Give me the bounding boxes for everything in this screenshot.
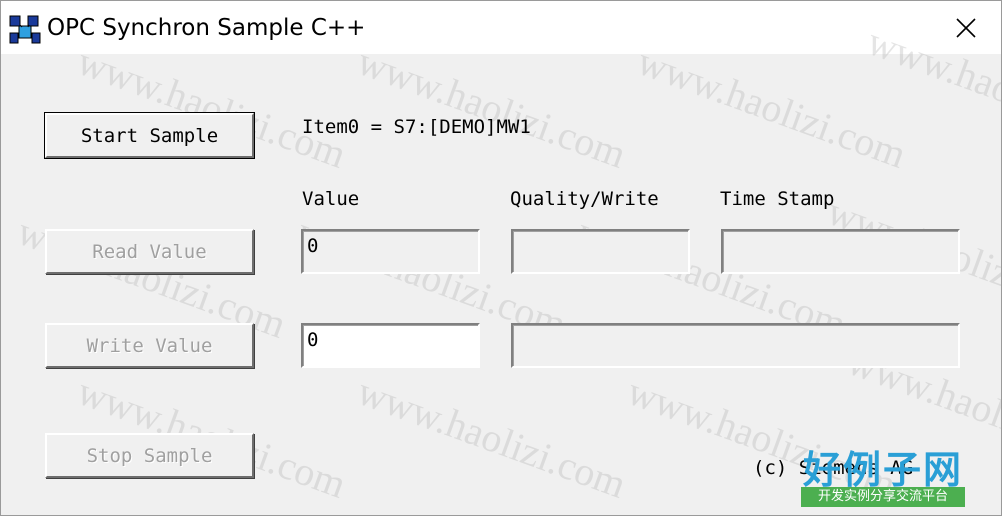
window-title: OPC Synchron Sample C++: [47, 15, 366, 41]
write-value-button[interactable]: Write Value: [45, 323, 254, 368]
read-timestamp-field[interactable]: [721, 229, 960, 274]
write-value-input[interactable]: 0: [301, 323, 480, 368]
watermark-text: www.haolizi.com: [351, 38, 632, 177]
close-button[interactable]: [931, 1, 1001, 54]
watermark-text: www.haolizi.com: [351, 368, 632, 507]
item-label: Item0 = S7:[DEMO]MW1: [302, 116, 531, 138]
logo-title: 好例子网: [803, 448, 964, 492]
quality-column-label: Quality/Write: [510, 188, 659, 210]
close-icon: [956, 17, 976, 38]
app-window: OPC Synchron Sample C++ www.haolizi.com …: [0, 0, 1002, 516]
start-sample-button[interactable]: Start Sample: [44, 112, 255, 159]
read-quality-field[interactable]: [511, 229, 690, 274]
value-column-label: Value: [302, 188, 360, 210]
write-result-field[interactable]: [511, 323, 960, 368]
timestamp-column-label: Time Stamp: [720, 188, 835, 210]
logo-subtitle: 开发实例分享交流平台: [801, 487, 965, 507]
app-icon: [9, 13, 41, 45]
site-logo: 好例子网 开发实例分享交流平台: [801, 447, 965, 513]
read-value-field[interactable]: 0: [301, 229, 480, 274]
watermark-text: www.haolizi.com: [631, 38, 912, 177]
read-value-button[interactable]: Read Value: [45, 229, 254, 274]
stop-sample-button[interactable]: Stop Sample: [45, 433, 254, 478]
title-bar: OPC Synchron Sample C++: [1, 1, 1001, 54]
